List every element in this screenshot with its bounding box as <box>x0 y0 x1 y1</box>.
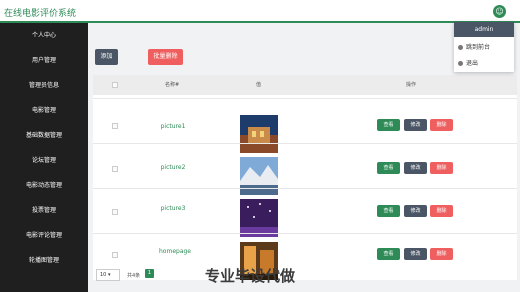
page-size-select[interactable]: 10 ▾ <box>96 269 120 281</box>
row-name: picture3 <box>160 205 186 212</box>
total-count: 共4条 <box>127 273 141 279</box>
sidebar-item-carousel[interactable]: 轮播图管理 <box>0 255 88 264</box>
view-button[interactable]: 查看 <box>377 205 400 217</box>
sidebar-item-user-management[interactable]: 用户管理 <box>0 55 88 64</box>
logout-icon <box>458 61 463 66</box>
data-table: 名称# 值 操作 picture1 查看 修改 删除 picture2 查看 修… <box>93 75 517 280</box>
sidebar-item-base-data[interactable]: 基础数据管理 <box>0 130 88 139</box>
page-size-value: 10 <box>100 272 107 278</box>
page-number-button[interactable]: 1 <box>145 269 154 278</box>
bulk-delete-button[interactable]: 批量删除 <box>148 49 183 65</box>
row-name: picture2 <box>160 164 186 171</box>
home-icon <box>458 45 463 50</box>
table-header: 名称# 值 操作 <box>93 75 517 95</box>
header-name: 名称# <box>165 82 180 88</box>
dropdown-item-logout[interactable]: 退出 <box>458 58 478 67</box>
row-name: picture1 <box>160 123 186 130</box>
row-checkbox[interactable] <box>112 123 118 129</box>
dropdown-username: admin <box>454 22 514 37</box>
sidebar-item-voting[interactable]: 投票管理 <box>0 205 88 214</box>
pagination: 10 ▾ 共4条 1 <box>93 266 517 286</box>
edit-button[interactable]: 修改 <box>404 248 427 260</box>
table-row: picture3 查看 修改 删除 <box>93 188 517 237</box>
edit-button[interactable]: 修改 <box>404 119 427 131</box>
row-checkbox[interactable] <box>112 209 118 215</box>
user-dropdown-menu: admin 跳到前台 退出 <box>454 22 514 72</box>
delete-button[interactable]: 删除 <box>430 248 453 260</box>
sidebar-item-forum[interactable]: 论坛管理 <box>0 155 88 164</box>
watermark-text: 专业毕设代做 <box>205 267 296 285</box>
delete-button[interactable]: 删除 <box>430 162 453 174</box>
sidebar-item-personal-center[interactable]: 个人中心 <box>0 30 88 39</box>
edit-button[interactable]: 修改 <box>404 205 427 217</box>
dropdown-item-label: 跳到前台 <box>466 44 491 51</box>
row-name: homepage <box>159 248 191 255</box>
select-all-checkbox[interactable] <box>112 82 118 88</box>
header-actions: 操作 <box>406 82 417 88</box>
sidebar-item-movie-management[interactable]: 电影管理 <box>0 105 88 114</box>
dropdown-item-label: 退出 <box>466 60 479 67</box>
delete-button[interactable]: 删除 <box>430 119 453 131</box>
table-row: picture2 查看 修改 删除 <box>93 143 517 195</box>
app-title: 在线电影评价系统 <box>4 9 77 19</box>
edit-button[interactable]: 修改 <box>404 162 427 174</box>
dropdown-item-frontend[interactable]: 跳到前台 <box>458 42 490 51</box>
header-image: 值 <box>256 82 262 88</box>
sidebar-item-admin-info[interactable]: 管理员信息 <box>0 80 88 89</box>
view-button[interactable]: 查看 <box>377 162 400 174</box>
table-row: picture1 查看 修改 删除 <box>93 98 517 153</box>
add-button[interactable]: 添加 <box>95 49 118 65</box>
top-bar: 在线电影评价系统 ☺ <box>0 0 520 23</box>
user-avatar-icon[interactable]: ☺ <box>493 5 506 18</box>
delete-button[interactable]: 删除 <box>430 205 453 217</box>
row-checkbox[interactable] <box>112 166 118 172</box>
thumbnail-image <box>240 199 278 237</box>
sidebar-item-movie-reviews[interactable]: 电影评论管理 <box>0 230 88 239</box>
view-button[interactable]: 查看 <box>377 248 400 260</box>
sidebar-item-movie-news[interactable]: 电影动态管理 <box>0 180 88 189</box>
row-checkbox[interactable] <box>112 252 118 258</box>
sidebar: 个人中心 用户管理 管理员信息 电影管理 基础数据管理 论坛管理 电影动态管理 … <box>0 23 88 292</box>
view-button[interactable]: 查看 <box>377 119 400 131</box>
